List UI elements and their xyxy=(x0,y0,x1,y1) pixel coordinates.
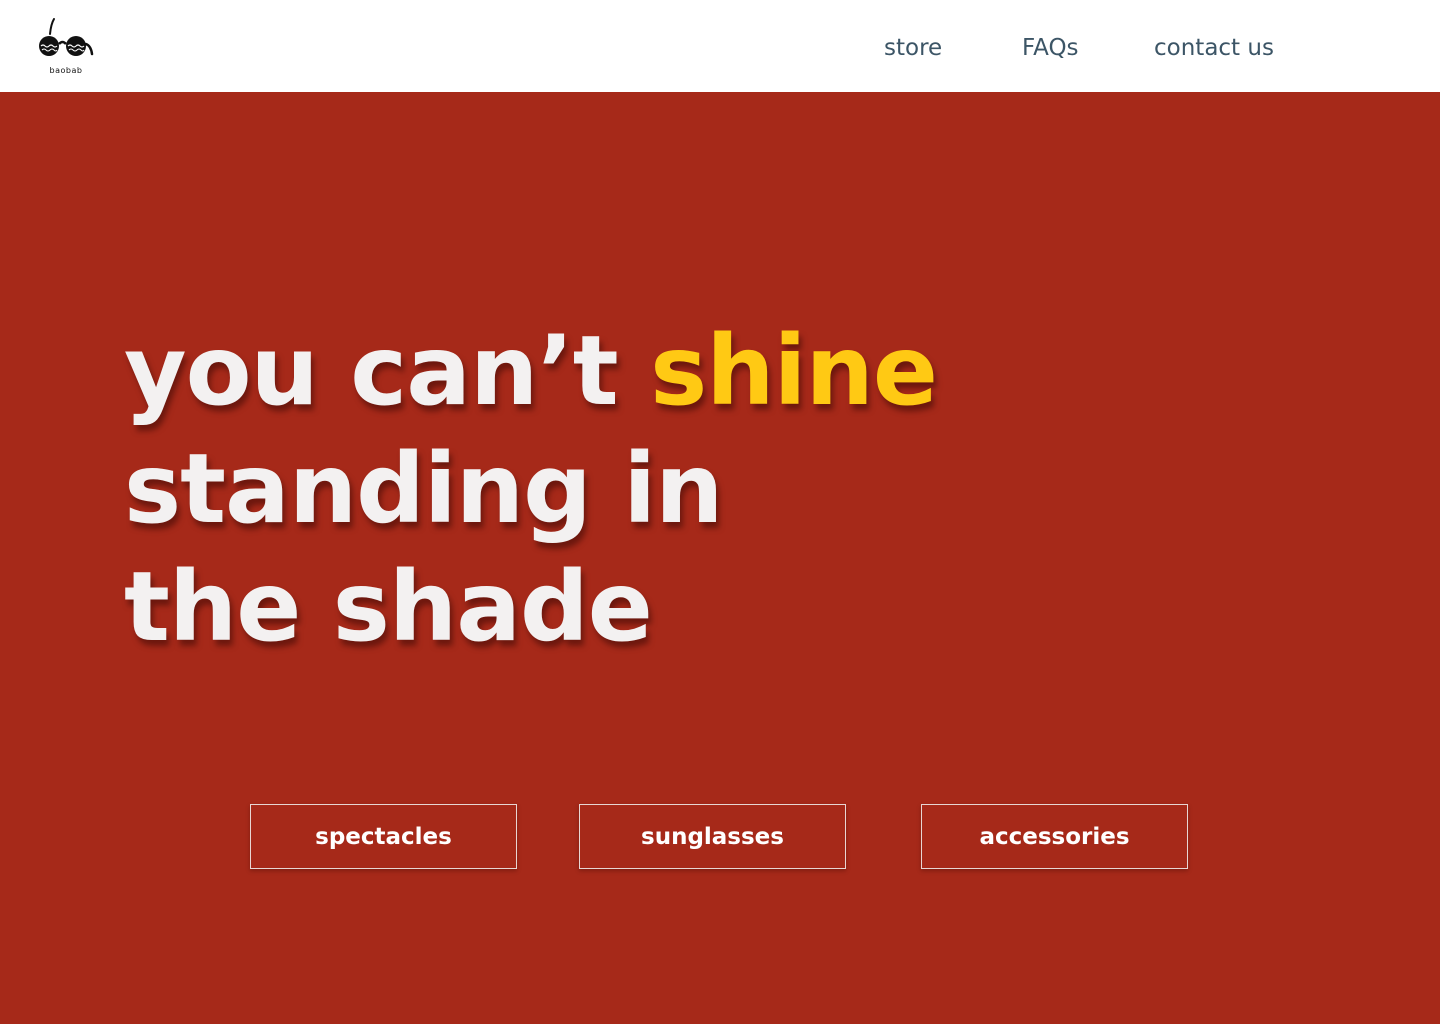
nav-store-link[interactable]: store xyxy=(884,28,942,68)
headline-part1: you can’t xyxy=(124,315,651,427)
hero-headline: you can’t shine standing in the shade xyxy=(124,312,938,666)
headline-line2: standing in xyxy=(124,433,724,545)
nav-faqs-link[interactable]: FAQs xyxy=(1022,28,1079,68)
spectacles-button[interactable]: spectacles xyxy=(250,804,517,869)
main-nav: store FAQs contact us xyxy=(0,28,1440,68)
site-header: baobab store FAQs contact us xyxy=(0,0,1440,92)
headline-line3: the shade xyxy=(124,551,653,663)
headline-accent-word: shine xyxy=(650,315,938,427)
nav-contact-link[interactable]: contact us xyxy=(1154,28,1274,68)
sunglasses-button[interactable]: sunglasses xyxy=(579,804,846,869)
hero-section: you can’t shine standing in the shade sp… xyxy=(0,92,1440,1024)
accessories-button[interactable]: accessories xyxy=(921,804,1188,869)
